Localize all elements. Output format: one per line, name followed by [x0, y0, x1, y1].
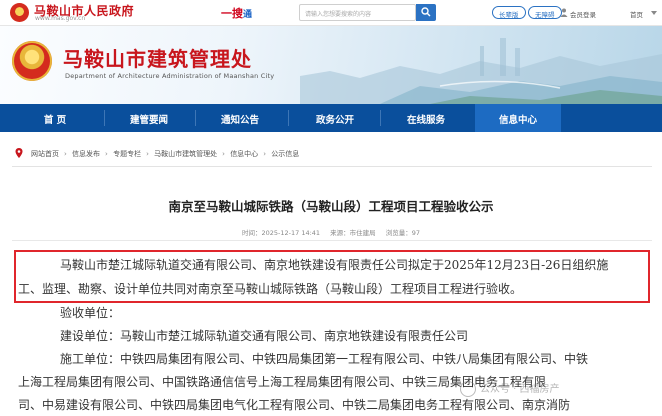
- article-paragraph-line: 验收单位：: [60, 306, 121, 320]
- wechat-icon: [460, 381, 476, 397]
- user-icon: [560, 8, 568, 17]
- breadcrumb-separator: ›: [263, 150, 266, 158]
- nav-item-online-services[interactable]: 在线服务: [383, 104, 469, 132]
- breadcrumb-item-special[interactable]: 专题专栏: [113, 150, 141, 158]
- accessibility-button[interactable]: 无障碍: [528, 6, 562, 19]
- article-meta: 时间：2025-12-17 14:41 来源：市住建局 浏览量：97: [0, 227, 662, 237]
- meta-divider: [12, 240, 652, 241]
- nav-item-info-center[interactable]: 信息中心: [475, 104, 561, 132]
- nav-divider: [104, 110, 105, 126]
- watermark-text: 公众号 · 西福房产: [480, 384, 560, 395]
- article-paragraph-line: 马鞍山市楚江城际轨道交通有限公司、南京地铁建设有限责任公司拟定于2025年12月…: [60, 258, 609, 272]
- member-login-link[interactable]: 会员登录: [570, 9, 596, 19]
- breadcrumb-separator: ›: [222, 150, 225, 158]
- elder-mode-button[interactable]: 长辈版: [492, 6, 526, 19]
- search-brand-sub: 通: [243, 10, 253, 20]
- nav-item-news[interactable]: 建管要闻: [106, 104, 192, 132]
- breadcrumb-item-home[interactable]: 网站首页: [31, 150, 59, 158]
- national-emblem-logo: [12, 41, 52, 81]
- department-title: 马鞍山市建筑管理处: [63, 47, 252, 71]
- breadcrumb-item-publish[interactable]: 信息发布: [72, 150, 100, 158]
- search-brand-main: 一搜: [221, 7, 243, 20]
- article-views: 浏览量：97: [385, 229, 420, 237]
- national-emblem-icon: [10, 3, 29, 22]
- article-source: 来源：市住建局: [330, 229, 376, 237]
- article-time: 时间：2025-12-17 14:41: [241, 229, 321, 237]
- main-nav: 首 页 建管要闻 通知公告 政务公开 在线服务 信息中心: [0, 104, 662, 132]
- breadcrumb-separator: ›: [146, 150, 149, 158]
- nav-item-home[interactable]: 首 页: [12, 104, 98, 132]
- gov-site-url: www.mas.gov.cn: [35, 15, 86, 22]
- nav-divider: [380, 110, 381, 126]
- section-divider: [12, 166, 652, 167]
- breadcrumb-item-announcements[interactable]: 公示信息: [271, 150, 299, 158]
- location-pin-icon: [15, 148, 23, 158]
- nav-item-notices[interactable]: 通知公告: [197, 104, 283, 132]
- article-paragraph-line: 建设单位：马鞍山市楚江城际轨道交通有限公司、南京地铁建设有限责任公司: [60, 329, 469, 343]
- chevron-down-icon[interactable]: [651, 11, 657, 15]
- search-input[interactable]: 请输入您想要搜索的内容: [299, 4, 416, 21]
- breadcrumb-item-info-center[interactable]: 信息中心: [230, 150, 258, 158]
- breadcrumb-separator: ›: [64, 150, 67, 158]
- article-paragraph-line: 司、中易建设有限公司、中铁四局集团电气化工程有限公司、中铁二局集团电务工程有限公…: [18, 398, 571, 412]
- search-button[interactable]: [416, 4, 436, 21]
- top-bar: 马鞍山市人民政府 www.mas.gov.cn 一搜通 请输入您想要搜索的内容 …: [0, 0, 662, 26]
- article-paragraph-line: 工、监理、勘察、设计单位共同对南京至马鞍山城际铁路（马鞍山段）工程项目工程进行验…: [18, 282, 523, 296]
- department-subtitle: Department of Architecture Administratio…: [65, 72, 275, 80]
- breadcrumb-item-dept[interactable]: 马鞍山市建筑管理处: [154, 150, 217, 158]
- search-brand: 一搜通: [221, 5, 252, 21]
- search-icon: [421, 7, 431, 17]
- header-banner: 马鞍山市建筑管理处 Department of Architecture Adm…: [0, 26, 662, 104]
- article-paragraph-line: 施工单位：中铁四局集团有限公司、中铁四局集团第一工程有限公司、中铁八局集团有限公…: [60, 352, 589, 366]
- nav-item-gov-affairs[interactable]: 政务公开: [292, 104, 378, 132]
- watermark: 公众号 · 西福房产: [460, 380, 560, 397]
- nav-divider: [288, 110, 289, 126]
- nav-divider: [195, 110, 196, 126]
- homepage-link[interactable]: 首页: [630, 9, 643, 19]
- breadcrumb-separator: ›: [105, 150, 108, 158]
- article-title: 南京至马鞍山城际铁路（马鞍山段）工程项目工程验收公示: [168, 199, 494, 214]
